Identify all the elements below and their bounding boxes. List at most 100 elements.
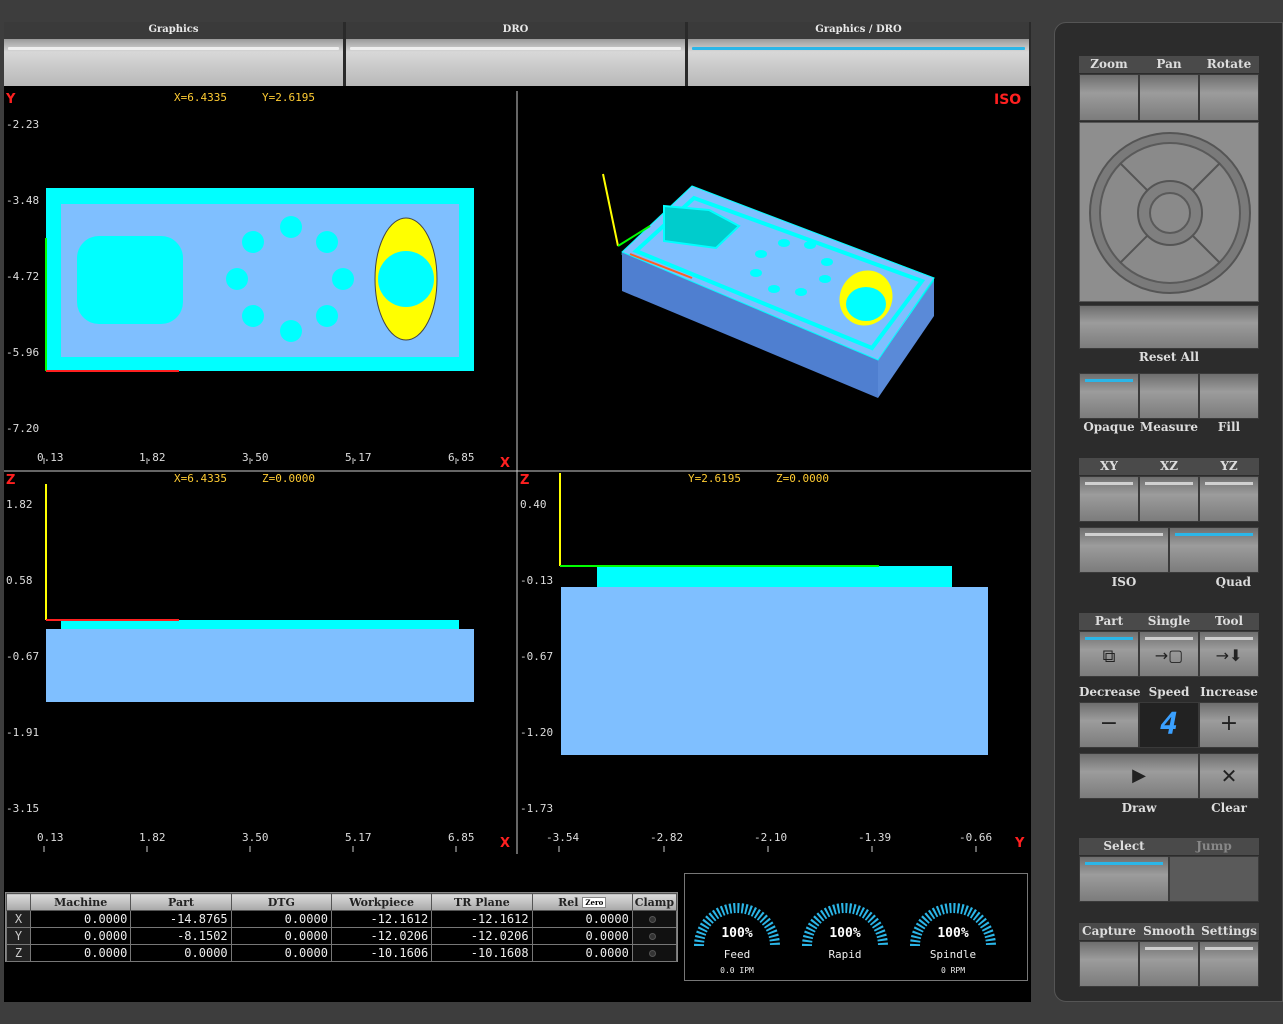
spindle-gauge[interactable]: 100% Spindle 0 RPM bbox=[903, 884, 1003, 979]
increase-label: Increase bbox=[1200, 685, 1258, 699]
col-tr-plane: TR Plane bbox=[431, 893, 533, 911]
zoom-button[interactable] bbox=[1079, 74, 1139, 121]
dro-cell: 0.0000 bbox=[30, 927, 132, 945]
measure-button[interactable] bbox=[1139, 373, 1199, 419]
tool-view-button[interactable]: →⬇ bbox=[1199, 631, 1259, 677]
yz-h-tick: -1.39 bbox=[858, 831, 892, 844]
capture-button[interactable] bbox=[1079, 941, 1139, 987]
gauge-arc-icon bbox=[802, 903, 888, 947]
xz-h-tick: 1.82 bbox=[139, 831, 166, 844]
jump-label: Jump bbox=[1169, 838, 1259, 855]
decrease-speed-button[interactable]: − bbox=[1079, 702, 1139, 748]
feed-gauge[interactable]: 100% Feed 0.0 IPM bbox=[687, 884, 787, 979]
zero-button[interactable]: Zero bbox=[582, 897, 607, 908]
dro-cell: 0.0000 bbox=[130, 944, 232, 962]
graphics-viewport[interactable]: Y X=6.4335 Y=2.6195 -2.23 -3.48 -4.72 -5… bbox=[4, 86, 1031, 854]
clamp-indicator[interactable] bbox=[631, 944, 678, 962]
view-quad-button[interactable] bbox=[1169, 527, 1259, 573]
single-view-button[interactable]: →▢ bbox=[1139, 631, 1199, 677]
xz-h-tick: 3.50 bbox=[242, 831, 269, 844]
xy-view-part bbox=[45, 188, 474, 372]
xz-v-tick: 1.82 bbox=[6, 498, 33, 511]
clamp-indicator[interactable] bbox=[631, 927, 678, 945]
pan-label: Pan bbox=[1139, 56, 1199, 73]
fill-button[interactable] bbox=[1199, 373, 1259, 419]
clear-button[interactable]: ✕ bbox=[1199, 753, 1259, 799]
settings-button[interactable] bbox=[1199, 941, 1259, 987]
pan-button[interactable] bbox=[1139, 74, 1199, 121]
iso-view-part bbox=[602, 173, 935, 398]
zoom-label: Zoom bbox=[1079, 56, 1139, 73]
xy-h-tick: 5.17 bbox=[345, 451, 372, 464]
reset-all-button[interactable] bbox=[1079, 305, 1259, 349]
arrow-tool-icon: →⬇ bbox=[1215, 646, 1243, 665]
cubes-icon: ⧉ bbox=[1102, 646, 1116, 667]
col-machine: Machine bbox=[30, 893, 132, 911]
dro-cell: -14.8765 bbox=[130, 910, 232, 928]
xy-h-tick: 1.82 bbox=[139, 451, 166, 464]
part-label: Part bbox=[1079, 613, 1139, 630]
dro-cell: 0.0000 bbox=[531, 944, 633, 962]
fill-label: Fill bbox=[1217, 420, 1241, 434]
measure-label: Measure bbox=[1139, 420, 1199, 434]
dro-cell: 0.0000 bbox=[30, 910, 132, 928]
axis-label: X bbox=[5, 910, 32, 928]
xy-label: XY bbox=[1079, 458, 1139, 475]
dro-cell: 0.0000 bbox=[531, 910, 633, 928]
tab-graphics-dro[interactable]: Graphics / DRO bbox=[688, 22, 1031, 86]
draw-label: Draw bbox=[1121, 801, 1157, 815]
dro-table: Machine Part DTG Workpiece TR Plane Rel Z… bbox=[5, 892, 678, 962]
xy-v-tick: -5.96 bbox=[6, 346, 40, 359]
xy-h-tick: 6.85 bbox=[448, 451, 475, 464]
override-gauges: 100% Feed 0.0 IPM 100% Rapid 100% Spindl… bbox=[684, 873, 1028, 981]
iso-view-label: ISO bbox=[994, 92, 1022, 108]
tab-dro[interactable]: DRO bbox=[346, 22, 687, 86]
dro-cell: -10.1608 bbox=[431, 944, 533, 962]
xz-view-part bbox=[45, 484, 474, 702]
gauge-arc-icon bbox=[694, 903, 780, 947]
select-button[interactable] bbox=[1079, 856, 1169, 902]
view-iso-button[interactable] bbox=[1079, 527, 1169, 573]
dro-cell: 0.0000 bbox=[531, 927, 633, 945]
yz-v-tick: -0.67 bbox=[520, 650, 554, 663]
xy-v-tick: -3.48 bbox=[6, 194, 40, 207]
play-icon: ▶ bbox=[1132, 765, 1146, 786]
smooth-label: Smooth bbox=[1139, 923, 1199, 940]
clear-label: Clear bbox=[1211, 801, 1247, 815]
draw-button[interactable]: ▶ bbox=[1079, 753, 1199, 799]
decrease-label: Decrease bbox=[1079, 685, 1141, 699]
yz-view-part bbox=[559, 473, 988, 755]
iso-label: ISO bbox=[1111, 575, 1137, 589]
xz-v-tick: -3.15 bbox=[6, 802, 40, 815]
view-tabs: Graphics DRO Graphics / DRO bbox=[4, 22, 1031, 86]
smooth-button[interactable] bbox=[1139, 941, 1199, 987]
tab-graphics[interactable]: Graphics bbox=[4, 22, 345, 86]
view-xz-button[interactable] bbox=[1139, 476, 1199, 522]
axis-label: Z bbox=[5, 944, 32, 962]
plus-icon: + bbox=[1219, 711, 1239, 736]
clamp-indicator[interactable] bbox=[631, 910, 678, 928]
rapid-gauge[interactable]: 100% Rapid bbox=[795, 884, 895, 979]
jump-button[interactable] bbox=[1169, 856, 1259, 902]
arrow-cube-icon: →▢ bbox=[1154, 646, 1184, 665]
dro-cell: -10.1606 bbox=[330, 944, 433, 962]
view-xy-button[interactable] bbox=[1079, 476, 1139, 522]
dro-cell: -12.1612 bbox=[431, 910, 533, 928]
xy-h-tick: 3.50 bbox=[242, 451, 269, 464]
part-view-button[interactable]: ⧉ bbox=[1079, 631, 1139, 677]
yz-h-tick: -3.54 bbox=[546, 831, 580, 844]
dro-cell: 0.0000 bbox=[230, 944, 332, 962]
increase-speed-button[interactable]: + bbox=[1199, 702, 1259, 748]
navigation-pad[interactable] bbox=[1079, 122, 1259, 302]
view-yz-button[interactable] bbox=[1199, 476, 1259, 522]
col-rel: Rel Zero bbox=[531, 893, 633, 911]
speed-label: Speed bbox=[1148, 685, 1190, 699]
minus-icon: − bbox=[1099, 711, 1119, 736]
xz-v-tick: -0.67 bbox=[6, 650, 40, 663]
capture-label: Capture bbox=[1079, 923, 1139, 940]
yz-v-tick: -0.13 bbox=[520, 574, 554, 587]
col-clamp: Clamp bbox=[631, 893, 678, 911]
rotate-button[interactable] bbox=[1199, 74, 1259, 121]
xz-v-tick: -1.91 bbox=[6, 726, 40, 739]
opaque-button[interactable] bbox=[1079, 373, 1139, 419]
